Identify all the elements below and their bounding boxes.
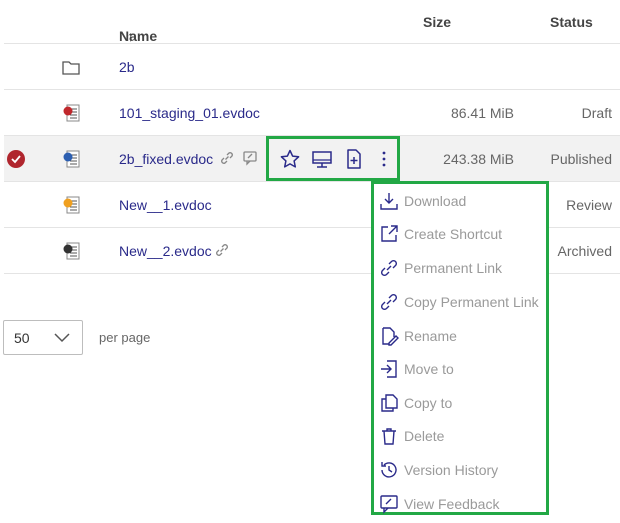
more-options-icon[interactable]: [373, 148, 395, 170]
table-row[interactable]: 2b: [4, 44, 620, 90]
file-name[interactable]: New__2.evdoc: [119, 243, 212, 259]
link-icon: [216, 244, 228, 257]
evdoc-dark-icon: [63, 242, 80, 260]
menu-item-view-feedback[interactable]: View Feedback: [377, 489, 547, 519]
per-page-select[interactable]: 50: [3, 320, 83, 355]
column-header-size[interactable]: Size: [423, 14, 451, 30]
per-page-label: per page: [99, 330, 151, 345]
evdoc-blue-icon: [63, 150, 80, 168]
menu-item-copy-to[interactable]: Copy to: [377, 388, 547, 418]
link-icon: [380, 293, 398, 311]
history-icon: [381, 462, 397, 478]
feedback-icon: [380, 495, 398, 514]
status-badge: Draft: [581, 105, 612, 121]
status-badge: Archived: [557, 243, 612, 259]
file-size: 86.41 MiB: [450, 105, 514, 121]
add-file-icon[interactable]: [343, 148, 365, 170]
link-icon: [380, 259, 398, 277]
file-name[interactable]: 2b_fixed.evdoc: [119, 151, 213, 167]
file-name[interactable]: New__1.evdoc: [119, 197, 212, 213]
menu-item-version-history[interactable]: Version History: [377, 455, 547, 485]
menu-item-move-to[interactable]: Move to: [377, 354, 547, 384]
trash-icon: [382, 428, 396, 445]
menu-item-create-shortcut[interactable]: Create Shortcut: [377, 219, 547, 249]
folder-icon: [62, 61, 80, 75]
context-menu: Download Create Shortcut Permanent Link …: [371, 181, 549, 515]
menu-item-download[interactable]: Download: [377, 186, 547, 216]
download-icon: [380, 193, 398, 210]
table-header: Name ↑ Size Status: [4, 0, 620, 44]
selected-check-icon[interactable]: [7, 150, 25, 168]
rename-icon: [382, 327, 399, 346]
menu-item-permanent-link[interactable]: Permanent Link: [377, 253, 547, 283]
link-icon: [221, 152, 233, 165]
sort-arrow-icon[interactable]: ↑: [127, 28, 134, 44]
row-tags: [214, 241, 233, 258]
evdoc-red-icon: [63, 104, 80, 122]
feedback-icon: [243, 151, 257, 166]
table-row[interactable]: 101_staging_01.evdoc 86.41 MiB Draft: [4, 90, 620, 136]
file-name[interactable]: 2b: [119, 59, 135, 75]
menu-item-rename[interactable]: Rename: [377, 321, 547, 351]
per-page-value: 50: [14, 330, 30, 346]
menu-item-copy-permanent-link[interactable]: Copy Permanent Link: [377, 287, 547, 317]
file-size: 243.38 MiB: [443, 151, 514, 167]
column-header-status[interactable]: Status: [550, 14, 593, 30]
row-tags: [219, 149, 261, 166]
chevron-down-icon: [54, 333, 70, 343]
shortcut-icon: [381, 225, 398, 242]
present-icon[interactable]: [311, 148, 333, 170]
star-icon[interactable]: [279, 148, 301, 170]
evdoc-orange-icon: [63, 196, 80, 214]
menu-item-delete[interactable]: Delete: [377, 421, 547, 451]
copy-icon: [381, 394, 398, 412]
file-name[interactable]: 101_staging_01.evdoc: [119, 105, 260, 121]
row-action-toolbar: [266, 136, 400, 181]
status-badge: Published: [550, 151, 613, 167]
status-badge: Review: [566, 197, 612, 213]
move-icon: [381, 360, 397, 378]
